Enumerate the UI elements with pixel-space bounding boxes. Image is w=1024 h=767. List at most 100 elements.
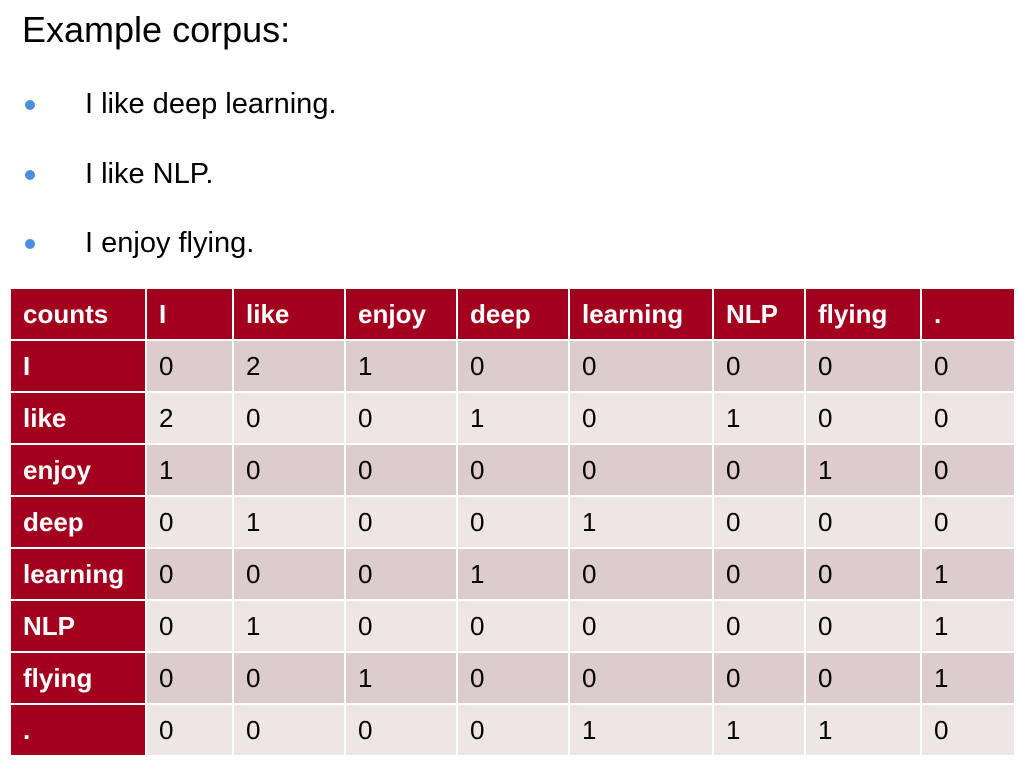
- count-cell: 0: [568, 599, 714, 653]
- count-cell: 0: [344, 391, 458, 445]
- count-cell: 1: [456, 391, 570, 445]
- count-cell: 1: [568, 495, 714, 549]
- count-cell: 0: [804, 547, 922, 601]
- count-cell: 2: [145, 391, 234, 445]
- page-heading: Example corpus:: [22, 9, 291, 50]
- count-cell: 0: [712, 547, 806, 601]
- table-row: .00001110: [9, 703, 1016, 757]
- row-header: flying: [9, 651, 147, 705]
- row-header: NLP: [9, 599, 147, 653]
- count-cell: 0: [145, 703, 234, 757]
- table-header-row: counts I like enjoy deep learning NLP fl…: [9, 287, 1016, 341]
- count-cell: 0: [568, 443, 714, 497]
- count-cell: 1: [920, 651, 1016, 705]
- table-row: learning 0 0 0 1 0 0 0 1: [9, 547, 1016, 601]
- count-cell: 0: [344, 547, 458, 601]
- row-header: deep: [9, 495, 147, 549]
- count-cell: 0: [712, 443, 806, 497]
- row-header: .: [9, 703, 147, 757]
- count-cell: 0: [568, 391, 714, 445]
- count-cell: 0: [232, 703, 346, 757]
- count-cell: 0: [920, 339, 1016, 393]
- count-cell: 0: [456, 651, 570, 705]
- bullet-dot-icon: [25, 239, 35, 249]
- count-cell: 0: [344, 703, 458, 757]
- corpus-bullet-item: I enjoy flying.: [0, 225, 600, 261]
- column-header: like: [232, 287, 346, 341]
- count-cell: 0: [712, 651, 806, 705]
- count-cell: 0: [568, 339, 714, 393]
- count-cell: 1: [344, 339, 458, 393]
- count-cell: 0: [145, 339, 234, 393]
- count-cell: 0: [456, 599, 570, 653]
- table-row: enjoy 1 0 0 0 0 0 1 0: [9, 443, 1016, 497]
- count-cell: 0: [456, 339, 570, 393]
- count-cell: 0: [920, 391, 1016, 445]
- table-row: NLP 0 1 0 0 0 0 0 1: [9, 599, 1016, 653]
- table-row: flying 0 0 1 0 0 0 0 1: [9, 651, 1016, 705]
- count-cell: 0: [712, 495, 806, 549]
- count-cell: 0: [804, 651, 922, 705]
- count-cell: 0: [804, 339, 922, 393]
- count-cell: 0: [804, 391, 922, 445]
- count-cell: 2: [232, 339, 346, 393]
- count-cell: 0: [920, 495, 1016, 549]
- count-cell: 0: [456, 703, 570, 757]
- count-cell: 0: [804, 599, 922, 653]
- row-header: learning: [9, 547, 147, 601]
- cooccurrence-table: counts I like enjoy deep learning NLP fl…: [9, 287, 1016, 757]
- column-header: I: [145, 287, 234, 341]
- count-cell: 0: [344, 599, 458, 653]
- count-cell: 0: [232, 547, 346, 601]
- count-cell: 0: [344, 495, 458, 549]
- count-cell: 0: [456, 495, 570, 549]
- count-cell: 1: [232, 495, 346, 549]
- count-cell: 1: [145, 443, 234, 497]
- corpus-sentence: I like deep learning.: [85, 88, 337, 120]
- count-cell: 0: [344, 443, 458, 497]
- column-header: enjoy: [344, 287, 458, 341]
- count-cell: 1: [804, 443, 922, 497]
- count-cell: 0: [920, 443, 1016, 497]
- bullet-dot-icon: [25, 170, 35, 180]
- count-cell: 0: [145, 651, 234, 705]
- row-header: enjoy: [9, 443, 147, 497]
- row-header: like: [9, 391, 147, 445]
- count-cell: 0: [145, 547, 234, 601]
- corpus-bullet-item: I like NLP.: [0, 156, 600, 192]
- count-cell: 0: [804, 495, 922, 549]
- count-cell: 0: [568, 547, 714, 601]
- column-header: learning: [568, 287, 714, 341]
- count-cell: 1: [920, 547, 1016, 601]
- column-header: flying: [804, 287, 922, 341]
- count-cell: 1: [712, 703, 806, 757]
- count-cell: 0: [568, 651, 714, 705]
- bullet-dot-icon: [25, 100, 35, 110]
- corpus-sentence: I like NLP.: [85, 158, 214, 190]
- table-row: deep 0 1 0 0 1 0 0 0: [9, 495, 1016, 549]
- count-cell: 0: [712, 339, 806, 393]
- count-cell: 1: [344, 651, 458, 705]
- column-header: counts: [9, 287, 147, 341]
- corpus-bullet-item: I like deep learning.: [0, 86, 600, 122]
- count-cell: 1: [568, 703, 714, 757]
- table-row: like 2 0 0 1 0 1 0 0: [9, 391, 1016, 445]
- count-cell: 0: [232, 391, 346, 445]
- column-header: NLP: [712, 287, 806, 341]
- count-cell: 0: [232, 651, 346, 705]
- corpus-sentence: I enjoy flying.: [85, 227, 255, 259]
- column-header: deep: [456, 287, 570, 341]
- count-cell: 1: [456, 547, 570, 601]
- table-row: I02100000: [9, 339, 1016, 393]
- count-cell: 1: [920, 599, 1016, 653]
- row-header: I: [9, 339, 147, 393]
- count-cell: 0: [920, 703, 1016, 757]
- count-cell: 0: [712, 599, 806, 653]
- column-header: .: [920, 287, 1016, 341]
- count-cell: 0: [456, 443, 570, 497]
- count-cell: 1: [804, 703, 922, 757]
- count-cell: 0: [145, 599, 234, 653]
- count-cell: 0: [232, 443, 346, 497]
- count-cell: 1: [712, 391, 806, 445]
- count-cell: 1: [232, 599, 346, 653]
